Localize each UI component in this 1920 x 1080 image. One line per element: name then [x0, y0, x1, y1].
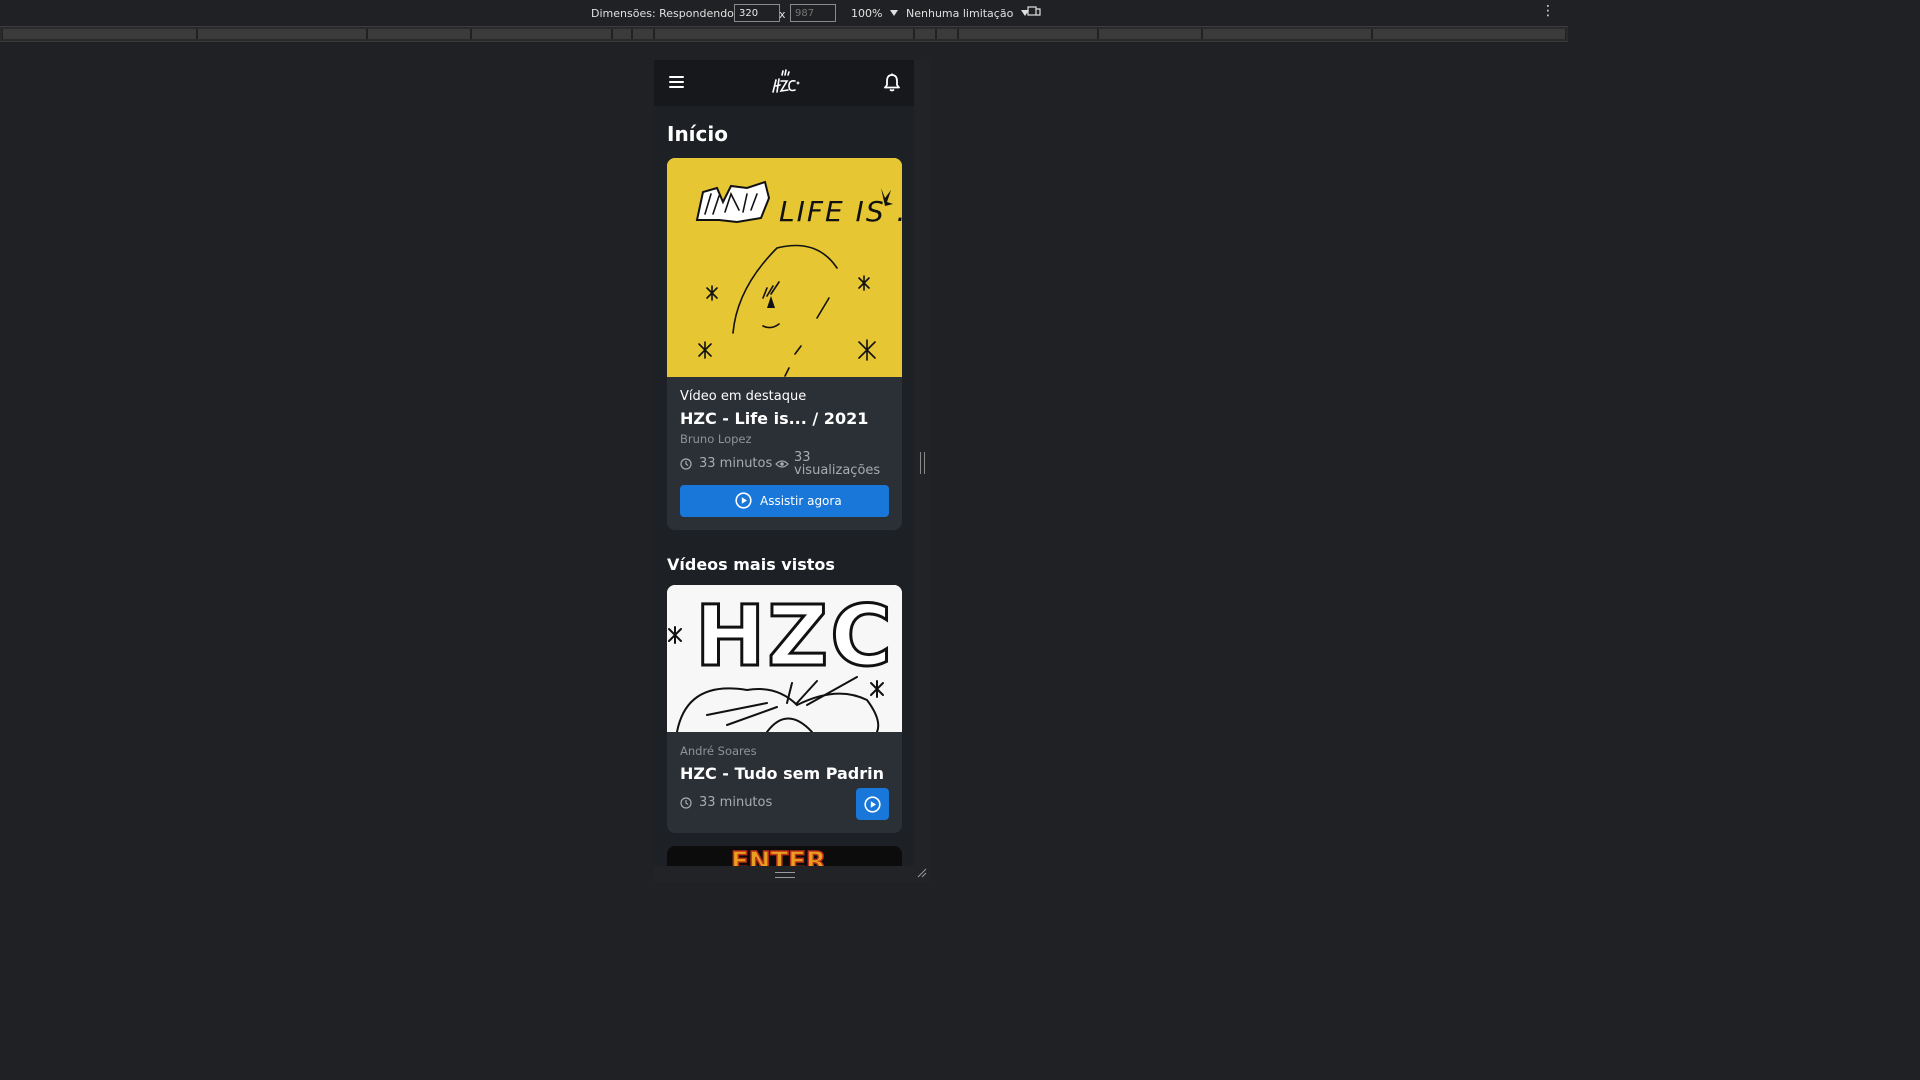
clock-icon	[680, 458, 692, 470]
video-title[interactable]: HZC - Tudo sem Padrin	[680, 764, 884, 783]
menu-icon[interactable]	[669, 76, 684, 88]
watch-now-button[interactable]: Assistir agora	[680, 485, 889, 517]
media-query-ruler	[0, 27, 1568, 42]
times-label: x	[779, 8, 786, 21]
chevron-down-icon	[890, 10, 899, 16]
ruler-segment[interactable]	[1372, 29, 1566, 39]
clock-icon	[680, 797, 692, 809]
page-title: Início	[667, 122, 728, 146]
ruler-segment[interactable]	[612, 29, 632, 39]
featured-title[interactable]: HZC - Life is... / 2021	[680, 409, 868, 428]
ruler-segment[interactable]	[1202, 29, 1372, 39]
resize-handle-right[interactable]	[920, 452, 925, 474]
play-circle-icon	[864, 796, 881, 813]
resize-handle-bottom[interactable]	[654, 866, 914, 882]
ruler-segment[interactable]	[367, 29, 471, 39]
ruler-segment[interactable]	[632, 29, 654, 39]
height-input[interactable]	[790, 4, 836, 22]
rotate-icon[interactable]	[1027, 6, 1041, 16]
eye-icon	[775, 460, 789, 468]
duration-meta: 33 minutos	[680, 794, 780, 814]
play-button[interactable]	[856, 788, 889, 820]
ruler-segment[interactable]	[936, 29, 958, 39]
throttling-dropdown[interactable]: Nenhuma limitação	[906, 7, 1030, 20]
ruler-segment[interactable]	[958, 29, 1098, 39]
video-author: André Soares	[680, 744, 757, 758]
ruler-segment[interactable]	[471, 29, 612, 39]
ruler-segment[interactable]	[197, 29, 367, 39]
thumbnail-title-text: LIFE IS ...	[779, 195, 902, 228]
hzc-logo[interactable]	[767, 66, 801, 100]
views-label: visualizações	[794, 463, 881, 478]
app-header	[654, 60, 914, 106]
featured-thumbnail[interactable]: LIFE IS ...	[667, 158, 902, 377]
thumbnail-title-text: HZC	[695, 587, 894, 685]
device-viewport: Início LIFE IS ... Vídeo	[654, 60, 914, 882]
featured-tag: Vídeo em destaque	[680, 389, 807, 404]
bell-icon[interactable]	[883, 73, 901, 92]
ruler-segment[interactable]	[1098, 29, 1202, 39]
dimensions-dropdown[interactable]: Dimensões: Respondendo	[591, 7, 750, 20]
zoom-dropdown[interactable]: 100%	[851, 7, 899, 20]
play-circle-icon	[735, 492, 752, 509]
views-meta: 33 visualizações	[775, 451, 895, 481]
duration-meta: 33 minutos	[680, 455, 780, 475]
device-toolbar: Dimensões: Respondendo x 100% Nenhuma li…	[0, 0, 1568, 27]
width-input[interactable]	[734, 4, 780, 22]
featured-video-card[interactable]: LIFE IS ... Vídeo em destaque HZC - Life…	[667, 158, 902, 530]
resize-corner-icon[interactable]	[917, 868, 927, 878]
ruler-segment[interactable]	[654, 29, 914, 39]
duration-text: 33 minutos	[699, 456, 773, 471]
featured-author: Bruno Lopez	[680, 432, 752, 446]
watch-now-label: Assistir agora	[760, 494, 842, 508]
more-options-button[interactable]: ⋮	[1541, 3, 1556, 19]
most-viewed-heading: Vídeos mais vistos	[667, 555, 835, 574]
ruler-segment[interactable]	[914, 29, 936, 39]
video-card[interactable]: HZC André Soares HZC - Tudo sem Padrin 3…	[667, 585, 902, 833]
duration-text: 33 minutos	[699, 795, 773, 810]
ruler-segment[interactable]	[2, 29, 197, 39]
video-thumbnail[interactable]: HZC	[667, 585, 902, 732]
